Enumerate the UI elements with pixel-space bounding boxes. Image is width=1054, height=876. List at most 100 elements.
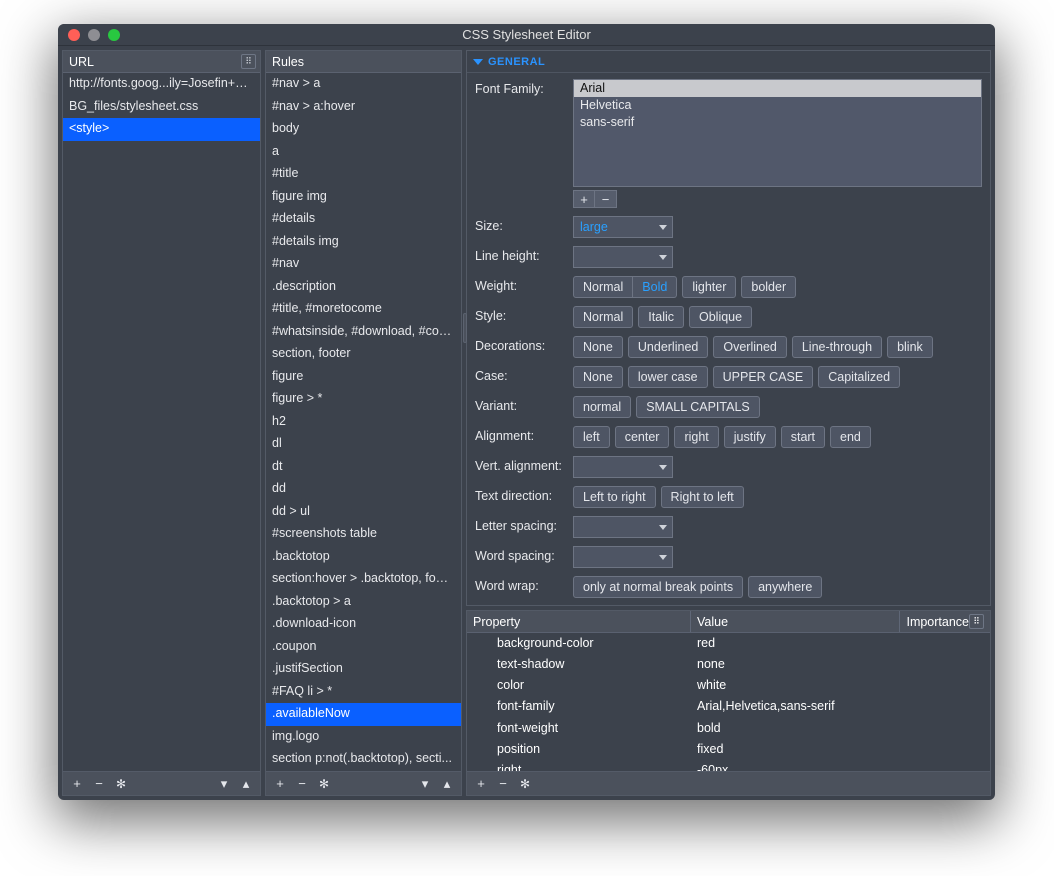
direction-option[interactable]: Right to left (661, 486, 744, 508)
rule-item[interactable]: #whatsinside, #download, #con... (266, 321, 461, 344)
word-spacing-select[interactable] (573, 546, 673, 568)
props-gear-icon[interactable]: ✻ (515, 775, 535, 793)
direction-option[interactable]: Left to right (573, 486, 656, 508)
rule-item[interactable]: #nav (266, 253, 461, 276)
variant-option[interactable]: normal (573, 396, 631, 418)
weight-option[interactable]: Bold (633, 276, 677, 298)
url-add-button[interactable]: + (67, 775, 87, 793)
splitter-handle[interactable] (463, 313, 467, 343)
rule-item[interactable]: .backtotop > a (266, 591, 461, 614)
rule-item[interactable]: section:hover > .backtotop, foot... (266, 568, 461, 591)
alignment-option[interactable]: start (781, 426, 825, 448)
line-height-select[interactable] (573, 246, 673, 268)
case-option[interactable]: lower case (628, 366, 708, 388)
properties-list[interactable]: background-colorredtext-shadownonecolorw… (467, 633, 990, 771)
rule-item[interactable]: #details (266, 208, 461, 231)
alignment-option[interactable]: end (830, 426, 871, 448)
rule-item[interactable]: #title, #moretocome (266, 298, 461, 321)
rule-item[interactable]: dl (266, 433, 461, 456)
url-down-icon[interactable]: ▾ (214, 775, 234, 793)
zoom-icon[interactable] (108, 29, 120, 41)
props-remove-button[interactable]: − (493, 775, 513, 793)
property-row[interactable]: text-shadownone (467, 654, 990, 675)
decorations-option[interactable]: None (573, 336, 623, 358)
url-item[interactable]: BG_files/stylesheet.css (63, 96, 260, 119)
alignment-option[interactable]: left (573, 426, 610, 448)
rules-list[interactable]: #nav > a#nav > a:hoverbodya#titlefigure … (266, 73, 461, 771)
alignment-option[interactable]: justify (724, 426, 776, 448)
general-header[interactable]: GENERAL (467, 51, 990, 73)
font-family-option[interactable]: Helvetica (574, 97, 981, 114)
rules-add-button[interactable]: + (270, 775, 290, 793)
case-option[interactable]: Capitalized (818, 366, 900, 388)
rule-item[interactable]: dd > ul (266, 501, 461, 524)
font-family-option[interactable]: sans-serif (574, 114, 981, 131)
props-add-button[interactable]: + (471, 775, 491, 793)
letter-spacing-select[interactable] (573, 516, 673, 538)
case-option[interactable]: UPPER CASE (713, 366, 814, 388)
rule-item[interactable]: .download-icon (266, 613, 461, 636)
property-row[interactable]: colorwhite (467, 675, 990, 696)
word-wrap-option[interactable]: only at normal break points (573, 576, 743, 598)
rule-item[interactable]: h2 (266, 411, 461, 434)
style-option[interactable]: Oblique (689, 306, 752, 328)
word-wrap-option[interactable]: anywhere (748, 576, 822, 598)
rule-item[interactable]: figure img (266, 186, 461, 209)
rule-item[interactable]: figure > * (266, 388, 461, 411)
weight-option[interactable]: Normal (573, 276, 633, 298)
style-option[interactable]: Normal (573, 306, 633, 328)
url-up-icon[interactable]: ▴ (236, 775, 256, 793)
font-family-option[interactable]: Arial (574, 80, 981, 97)
rules-gear-icon[interactable]: ✻ (314, 775, 334, 793)
decorations-option[interactable]: blink (887, 336, 933, 358)
alignment-option[interactable]: right (674, 426, 718, 448)
rule-item[interactable]: #title (266, 163, 461, 186)
rules-remove-button[interactable]: − (292, 775, 312, 793)
rule-item[interactable]: .justifSection (266, 658, 461, 681)
case-option[interactable]: None (573, 366, 623, 388)
rule-item[interactable]: img.logo (266, 726, 461, 749)
rule-item[interactable]: .description (266, 276, 461, 299)
style-option[interactable]: Italic (638, 306, 684, 328)
property-row[interactable]: positionfixed (467, 739, 990, 760)
rule-item[interactable]: body (266, 118, 461, 141)
rule-item[interactable]: #FAQ li > * (266, 681, 461, 704)
close-icon[interactable] (68, 29, 80, 41)
rules-up-icon[interactable]: ▴ (437, 775, 457, 793)
property-row[interactable]: font-familyArial,Helvetica,sans-serif (467, 696, 990, 717)
rule-item[interactable]: .coupon (266, 636, 461, 659)
rules-down-icon[interactable]: ▾ (415, 775, 435, 793)
props-header-menu-icon[interactable]: ⠿ (969, 614, 984, 629)
url-gear-icon[interactable]: ✻ (111, 775, 131, 793)
url-list[interactable]: http://fonts.goog...ily=Josefin+SansBG_f… (63, 73, 260, 771)
rule-item[interactable]: section, footer (266, 343, 461, 366)
rule-item[interactable]: #screenshots table (266, 523, 461, 546)
property-row[interactable]: right-60px (467, 760, 990, 771)
url-item[interactable]: http://fonts.goog...ily=Josefin+Sans (63, 73, 260, 96)
font-family-add-button[interactable]: + (573, 190, 595, 208)
size-select[interactable]: large (573, 216, 673, 238)
decorations-option[interactable]: Line-through (792, 336, 882, 358)
minimize-icon[interactable] (88, 29, 100, 41)
rule-item[interactable]: .backtotop (266, 546, 461, 569)
variant-option[interactable]: SMALL CAPITALS (636, 396, 760, 418)
rule-item[interactable]: dt (266, 456, 461, 479)
url-remove-button[interactable]: − (89, 775, 109, 793)
weight-option[interactable]: bolder (741, 276, 796, 298)
weight-option[interactable]: lighter (682, 276, 736, 298)
url-item[interactable]: <style> (63, 118, 260, 141)
property-row[interactable]: font-weightbold (467, 718, 990, 739)
decorations-option[interactable]: Underlined (628, 336, 708, 358)
decorations-option[interactable]: Overlined (713, 336, 787, 358)
valign-select[interactable] (573, 456, 673, 478)
rule-item[interactable]: dd (266, 478, 461, 501)
rule-item[interactable]: #nav > a (266, 73, 461, 96)
rule-item[interactable]: #nav > a:hover (266, 96, 461, 119)
url-header-menu-icon[interactable]: ⠿ (241, 54, 256, 69)
property-row[interactable]: background-colorred (467, 633, 990, 654)
alignment-option[interactable]: center (615, 426, 670, 448)
rule-item[interactable]: #details img (266, 231, 461, 254)
font-family-listbox[interactable]: ArialHelveticasans-serif (573, 79, 982, 187)
rule-item[interactable]: a (266, 141, 461, 164)
font-family-remove-button[interactable]: − (595, 190, 617, 208)
